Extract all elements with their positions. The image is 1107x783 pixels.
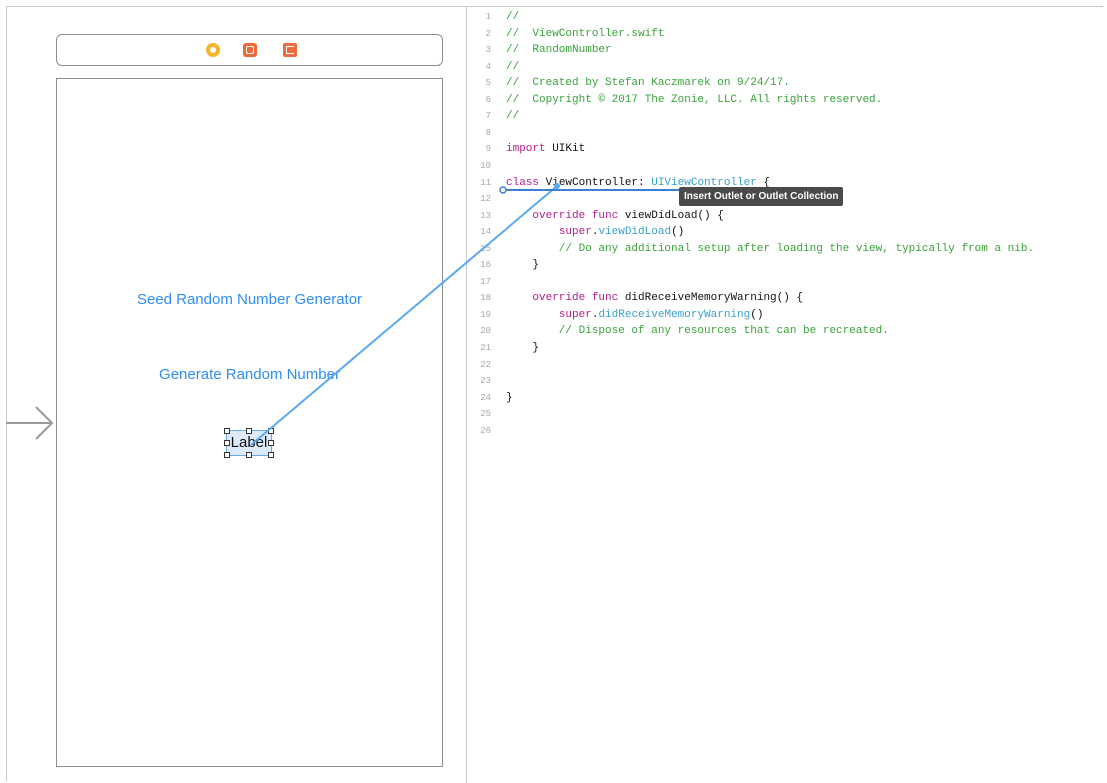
code-line[interactable]: 20 // Dispose of any resources that can … [467,323,1107,339]
line-number: 2 [485,28,491,39]
code-line[interactable]: 4 // [467,59,1107,75]
code-line[interactable]: 13 override func viewDidLoad() { [467,208,1107,224]
code-line[interactable]: 16 } [467,257,1107,273]
result-label-text: Label [230,434,268,451]
line-number: 17 [480,276,491,287]
line-number: 15 [480,243,491,254]
code-line[interactable]: 6 // Copyright © 2017 The Zonie, LLC. All… [467,92,1107,108]
code-line[interactable]: 9 import UIKit [467,141,1107,157]
line-number: 12 [480,194,491,205]
line-number: 26 [480,425,491,436]
code-text: // Copyright © 2017 The Zonie, LLC. All … [506,93,883,106]
code-line[interactable]: 22 [467,357,1107,373]
code-text: // RandomNumber [506,44,612,57]
code-line[interactable]: 2 // ViewController.swift [467,26,1107,42]
storyboard-canvas[interactable]: Seed Random Number Generator Generate Ra… [0,0,466,783]
line-number: 19 [480,309,491,320]
code-text: } [506,259,540,272]
first-responder-icon[interactable] [243,43,257,57]
code-line[interactable]: 23 [467,373,1107,389]
code-line[interactable]: 15 // Do any additional setup after load… [467,241,1107,257]
line-number: 7 [485,111,491,122]
code-text: // [506,60,520,73]
code-line[interactable]: 26 [467,423,1107,439]
code-editor[interactable]: 1 // 2 // ViewController.swift 3 // RandomNum… [467,6,1107,783]
resize-handle[interactable] [224,440,230,446]
code-line[interactable]: 5 // Created by Stefan Kaczmarek on 9/24/… [467,75,1107,91]
code-text: super.viewDidLoad() [558,226,685,239]
resize-handle[interactable] [224,452,230,458]
line-number: 22 [480,359,491,370]
resize-handle[interactable] [268,440,274,446]
code-text: // ViewController.swift [506,27,665,40]
resize-handle[interactable] [268,452,274,458]
code-text: // Created by Stefan Kaczmarek on 9/24/1… [506,77,790,90]
resize-handle[interactable] [246,452,252,458]
line-number: 6 [485,94,491,105]
entry-point-arrow-icon[interactable] [6,405,56,441]
line-number: 11 [480,177,491,188]
line-number: 10 [480,160,491,171]
line-number: 14 [480,227,491,238]
code-line[interactable]: 24} [467,390,1107,406]
exit-icon[interactable] [283,43,297,57]
resize-handle[interactable] [246,428,252,434]
code-line[interactable]: 18 override func didReceiveMemoryWarning… [467,290,1107,306]
generate-random-number-button[interactable]: Generate Random Number [57,366,442,383]
line-number: 20 [480,326,491,337]
code-line[interactable]: 14 super.viewDidLoad() [467,224,1107,240]
code-text: // Dispose of any resources that can be … [506,325,889,338]
line-number: 25 [480,409,491,420]
code-text: import UIKit [506,143,586,156]
code-text: // Do any additional setup after loading… [506,242,1035,255]
result-label[interactable]: Label [224,428,274,458]
code-text: override func didReceiveMemoryWarning() … [532,292,804,305]
code-text: // [506,110,520,123]
line-number: 18 [480,293,491,304]
line-number: 16 [480,260,491,271]
resize-handle[interactable] [224,428,230,434]
scene-dock [56,34,443,66]
code-line[interactable]: 21 } [467,340,1107,356]
insert-outlet-tooltip: Insert Outlet or Outlet Collection [679,187,844,206]
iphone-scene-view[interactable]: Seed Random Number Generator Generate Ra… [56,78,443,767]
view-controller-icon[interactable] [206,43,220,57]
line-number: 21 [480,343,491,353]
code-text: } [506,391,513,404]
code-line[interactable]: 19 super.didReceiveMemoryWarning() [467,307,1107,323]
line-number: 13 [480,210,491,221]
seed-random-number-generator-button[interactable]: Seed Random Number Generator [57,291,442,308]
line-number: 8 [485,127,491,138]
code-text: // [506,11,520,23]
code-line[interactable]: 7 // [467,108,1107,124]
code-line[interactable]: 3 // RandomNumber [467,42,1107,58]
code-line[interactable]: 8 [467,125,1107,141]
code-line[interactable]: 1 // [467,9,1107,25]
resize-handle[interactable] [268,428,274,434]
code-line[interactable]: 17 [467,274,1107,290]
code-text: override func viewDidLoad() { [532,209,724,222]
line-number: 23 [480,376,491,387]
line-number: 4 [485,61,491,72]
line-number: 5 [485,78,491,89]
line-number: 1 [485,12,491,22]
line-number: 9 [485,144,491,155]
line-number: 3 [485,45,491,56]
code-text: super.didReceiveMemoryWarning() [558,308,764,321]
code-line[interactable]: 25 [467,406,1107,422]
line-number: 24 [480,392,491,403]
code-line[interactable]: 10 [467,158,1107,174]
code-text: } [506,342,540,354]
